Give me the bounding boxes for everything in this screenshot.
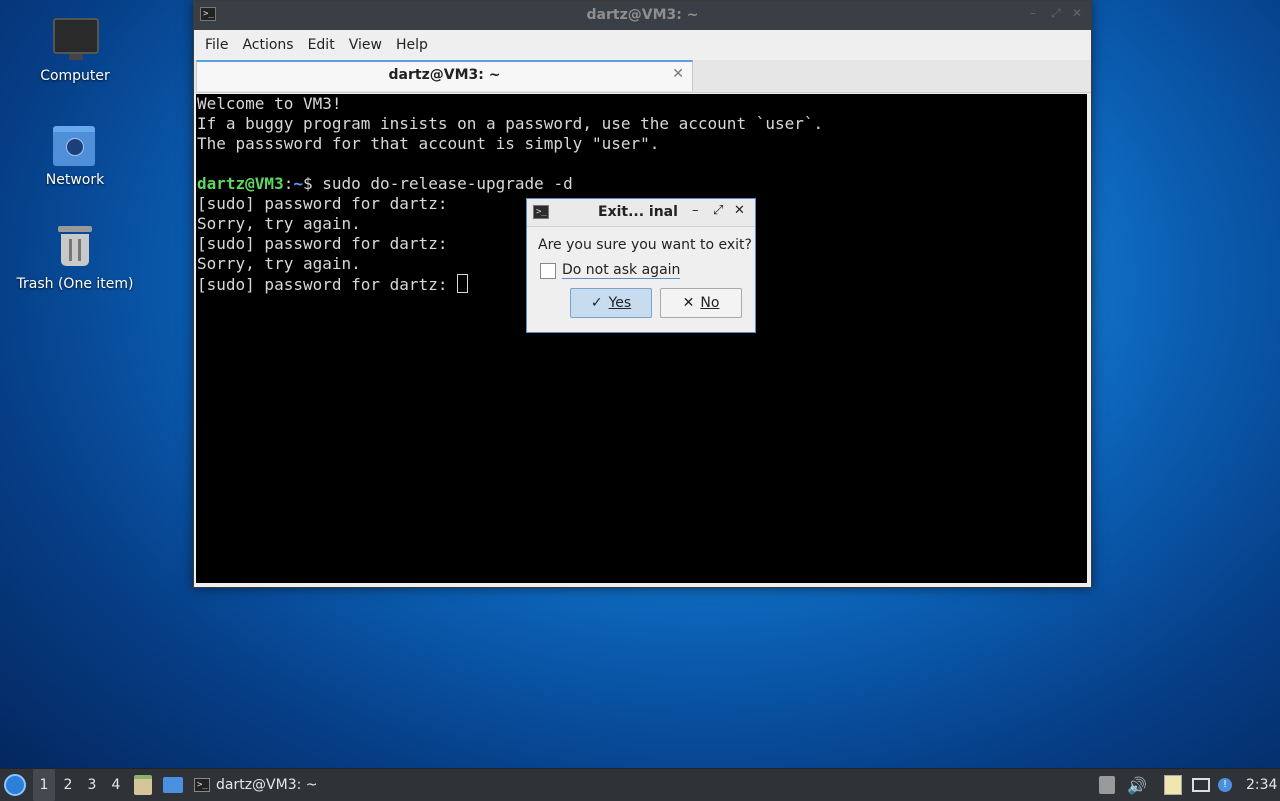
maximize-icon[interactable]: ⤢ bbox=[713, 203, 723, 218]
prompt-path: ~ bbox=[293, 174, 303, 193]
notification-icon[interactable]: ! bbox=[1218, 769, 1232, 801]
dialog-title: Exit... inal bbox=[598, 204, 678, 220]
taskbar: 1 2 3 4 >_ dartz@VM3: ~ 🔊 ! 2:34 bbox=[0, 768, 1280, 801]
check-icon: ✓ bbox=[590, 295, 603, 311]
clipboard-icon[interactable] bbox=[1164, 769, 1182, 801]
desktop-icon-label: Trash (One item) bbox=[16, 276, 134, 292]
volume-icon[interactable]: 🔊 bbox=[1127, 769, 1147, 801]
yes-button-label: Yes bbox=[608, 295, 632, 311]
do-not-ask-checkbox[interactable] bbox=[540, 263, 556, 279]
tab-bar: dartz@VM3: ~ ✕ bbox=[194, 60, 1091, 93]
menu-edit[interactable]: Edit bbox=[301, 37, 342, 53]
do-not-ask-label[interactable]: Do not ask again bbox=[562, 262, 681, 279]
tab-close-icon[interactable]: ✕ bbox=[672, 66, 684, 82]
workspace-4[interactable]: 4 bbox=[105, 769, 127, 801]
network-glyph bbox=[1192, 778, 1210, 792]
prompt-command: sudo do-release-upgrade -d bbox=[312, 174, 573, 193]
taskbar-window-label: dartz@VM3: ~ bbox=[216, 777, 318, 793]
start-menu-button[interactable] bbox=[4, 769, 26, 801]
terminal-line: The passsword for that account is simply… bbox=[197, 134, 660, 153]
menu-file[interactable]: File bbox=[198, 37, 235, 53]
window-titlebar[interactable]: >_ dartz@VM3: ~ – ⤢ ✕ bbox=[194, 1, 1091, 30]
show-desktop-button[interactable] bbox=[163, 769, 183, 801]
workspace-3[interactable]: 3 bbox=[81, 769, 103, 801]
maximize-icon[interactable]: ⤢ bbox=[1051, 6, 1061, 21]
lubuntu-logo-icon bbox=[4, 774, 26, 796]
menubar: File Actions Edit View Help bbox=[194, 30, 1091, 60]
dialog-question: Are you sure you want to exit? bbox=[538, 237, 752, 253]
clipboard-glyph bbox=[1164, 775, 1182, 795]
terminal-prompt-line: dartz@VM3:~$ sudo do-release-upgrade -d bbox=[197, 174, 1087, 194]
info-glyph: ! bbox=[1218, 778, 1232, 792]
taskbar-window-terminal[interactable]: >_ dartz@VM3: ~ bbox=[194, 769, 318, 801]
close-icon[interactable]: ✕ bbox=[734, 203, 745, 218]
minimize-icon[interactable]: – bbox=[1030, 6, 1036, 20]
terminal-icon: >_ bbox=[194, 778, 210, 792]
file-manager-launcher[interactable] bbox=[134, 769, 152, 801]
update-notifier[interactable] bbox=[1099, 769, 1115, 801]
prompt-separator: : bbox=[283, 174, 294, 193]
dialog-titlebar[interactable]: >_ Exit... inal – ⤢ ✕ bbox=[527, 199, 755, 227]
clock[interactable]: 2:34 bbox=[1246, 769, 1277, 801]
no-button[interactable]: ✕ No bbox=[660, 288, 742, 318]
terminal-line: If a buggy program insists on a password… bbox=[197, 114, 824, 133]
desktop-icon-label: Network bbox=[45, 172, 105, 188]
tab-terminal[interactable]: dartz@VM3: ~ ✕ bbox=[196, 60, 693, 91]
terminal-line: Welcome to VM3! bbox=[197, 94, 342, 113]
terminal-output[interactable]: Welcome to VM3! If a buggy program insis… bbox=[196, 94, 1087, 583]
network-folder-icon bbox=[51, 120, 99, 168]
desktop-icon-network[interactable]: Network bbox=[10, 120, 140, 188]
desktop-icon-label: Computer bbox=[40, 68, 110, 84]
yes-button[interactable]: ✓ Yes bbox=[570, 288, 652, 318]
minimize-icon[interactable]: – bbox=[692, 203, 699, 218]
desktop-icon-trash[interactable]: Trash (One item) bbox=[10, 224, 140, 292]
window-title: dartz@VM3: ~ bbox=[586, 7, 699, 23]
workspace-2[interactable]: 2 bbox=[57, 769, 79, 801]
text-cursor bbox=[457, 274, 469, 293]
tab-label: dartz@VM3: ~ bbox=[388, 67, 501, 83]
terminal-line: [sudo] password for dartz: bbox=[197, 275, 458, 294]
menu-help[interactable]: Help bbox=[389, 37, 435, 53]
computer-icon bbox=[51, 16, 99, 64]
x-icon: ✕ bbox=[682, 295, 695, 311]
file-manager-icon bbox=[134, 775, 152, 795]
network-status-icon[interactable] bbox=[1192, 769, 1210, 801]
terminal-icon: >_ bbox=[533, 205, 549, 219]
prompt-symbol: $ bbox=[302, 174, 313, 193]
prompt-user-host: dartz@VM3 bbox=[197, 174, 284, 193]
menu-actions[interactable]: Actions bbox=[235, 37, 300, 53]
menu-view[interactable]: View bbox=[342, 37, 389, 53]
exit-dialog: >_ Exit... inal – ⤢ ✕ Are you sure you w… bbox=[526, 198, 756, 333]
desktop-icon bbox=[163, 777, 183, 793]
close-icon[interactable]: ✕ bbox=[1072, 6, 1082, 20]
workspace-1[interactable]: 1 bbox=[33, 769, 55, 801]
trash-icon bbox=[51, 224, 99, 272]
update-icon bbox=[1099, 776, 1115, 794]
no-button-label: No bbox=[700, 295, 720, 311]
desktop-icon-computer[interactable]: Computer bbox=[10, 16, 140, 84]
